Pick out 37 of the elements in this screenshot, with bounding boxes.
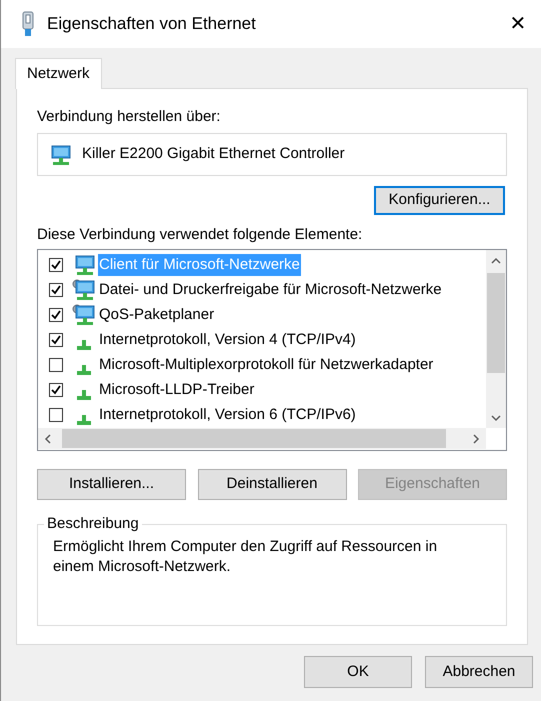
network-protocol-icon	[77, 414, 91, 424]
network-protocol-icon	[77, 340, 91, 350]
vertical-scrollbar[interactable]	[486, 250, 506, 428]
list-item[interactable]: Internetprotokoll, Version 6 (TCP/IPv6)	[98, 404, 357, 426]
network-protocol-icon	[77, 364, 91, 374]
description-text: Ermöglicht Ihrem Computer den Zugriff auf Ressourcen in einem Microsoft-Netzwerk.	[53, 537, 438, 577]
list-action-button[interactable]: Installieren...	[37, 469, 186, 500]
horizontal-scrollbar[interactable]	[38, 428, 486, 449]
network-protocol-icon	[77, 390, 91, 400]
dialog-button[interactable]: Abbrechen	[425, 656, 533, 688]
list-item[interactable]: Microsoft-LLDP-Treiber	[98, 378, 256, 400]
list-item[interactable]: QoS-Paketplaner	[98, 304, 216, 326]
network-service-icon	[72, 278, 96, 300]
adapter-field: Killer E2200 Gigabit Ethernet Controller	[37, 133, 507, 176]
close-button[interactable]: ✕	[495, 0, 541, 48]
configure-button[interactable]: Konfigurieren...	[374, 186, 505, 215]
list-item[interactable]: Internetprotokoll, Version 4 (TCP/IPv4)	[98, 328, 357, 350]
network-cable-icon	[21, 11, 35, 37]
group-title: Beschreibung	[44, 514, 142, 534]
checkbox[interactable]	[49, 408, 63, 422]
list-item[interactable]: Microsoft-Multiplexorprotokoll für Netzwerkadapter	[98, 354, 434, 376]
scroll-thumb[interactable]	[62, 429, 446, 448]
checkbox[interactable]	[49, 308, 63, 322]
network-service-icon	[72, 304, 96, 326]
connect-label: Verbindung herstellen über:	[37, 107, 222, 127]
scroll-thumb[interactable]	[487, 273, 505, 373]
checkbox[interactable]	[49, 282, 63, 296]
tab[interactable]: Netzwerk	[15, 58, 102, 89]
checkbox[interactable]	[49, 258, 63, 272]
list-item[interactable]: Datei- und Druckerfreigabe für Microsoft-Netzwerke	[98, 278, 443, 300]
dialog-button[interactable]: OK	[304, 656, 412, 688]
list-action-button[interactable]: Deinstallieren	[198, 469, 346, 500]
checkbox[interactable]	[49, 382, 63, 396]
window-title: Eigenschaften von Ethernet	[47, 13, 256, 36]
checkbox[interactable]	[49, 332, 63, 346]
items-label: Diese Verbindung verwendet folgende Elemente:	[37, 225, 364, 245]
checkbox[interactable]	[49, 358, 63, 372]
